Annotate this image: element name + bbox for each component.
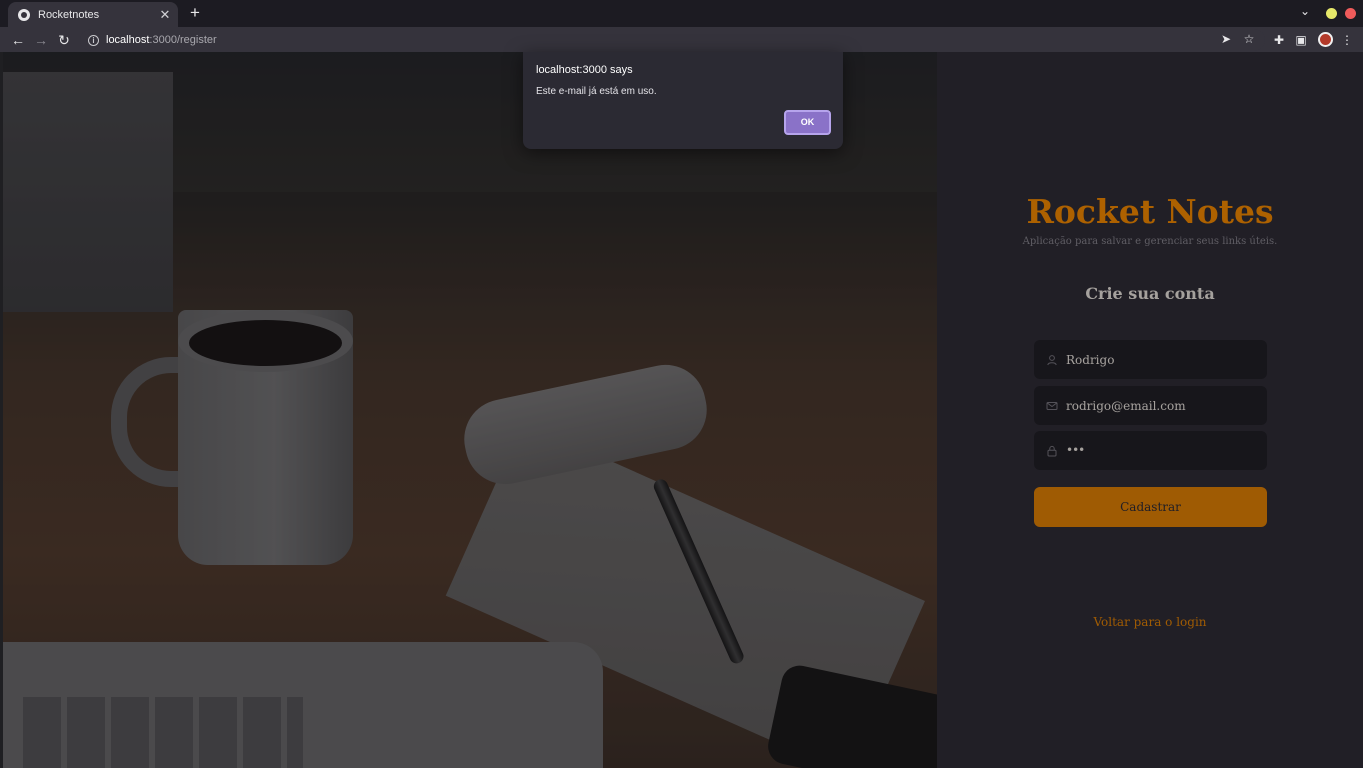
avatar[interactable]: [1318, 32, 1333, 47]
plus-icon[interactable]: +: [185, 3, 205, 23]
minimize-window-button[interactable]: [1326, 8, 1337, 19]
info-icon[interactable]: i: [88, 34, 99, 46]
close-icon[interactable]: ✕: [156, 7, 174, 23]
alert-dialog: localhost:3000 says Este e-mail já está …: [523, 52, 843, 149]
back-arrow-icon[interactable]: ←: [8, 30, 28, 50]
url-host: localhost: [106, 34, 150, 46]
alert-ok-button[interactable]: OK: [784, 110, 831, 135]
puzzle-icon[interactable]: ✚: [1271, 33, 1287, 47]
sidebar-icon[interactable]: ▣: [1293, 33, 1309, 47]
address-bar[interactable]: i localhost:3000/register ➤ ☆: [80, 29, 1265, 51]
browser-tab[interactable]: Rocketnotes ✕: [8, 2, 178, 27]
modal-overlay: [3, 52, 1363, 768]
forward-arrow-icon[interactable]: →: [31, 30, 51, 50]
tab-strip: Rocketnotes ✕ + ⌄: [0, 0, 1363, 27]
url-path: :3000/register: [149, 34, 217, 46]
chevron-down-icon[interactable]: ⌄: [1300, 4, 1310, 18]
alert-title: localhost:3000 says: [536, 64, 633, 76]
reload-icon[interactable]: ↻: [54, 30, 74, 50]
globe-icon: [18, 8, 30, 21]
browser-toolbar: ← → ↻ i localhost:3000/register ➤ ☆ ✚ ▣ …: [0, 27, 1363, 52]
tab-title: Rocketnotes: [38, 8, 100, 21]
send-icon[interactable]: ➤: [1218, 32, 1234, 46]
star-icon[interactable]: ☆: [1241, 32, 1257, 46]
alert-message: Este e-mail já está em uso.: [536, 86, 657, 97]
kebab-menu-icon[interactable]: ⋮: [1339, 33, 1355, 47]
close-window-button[interactable]: [1345, 8, 1356, 19]
